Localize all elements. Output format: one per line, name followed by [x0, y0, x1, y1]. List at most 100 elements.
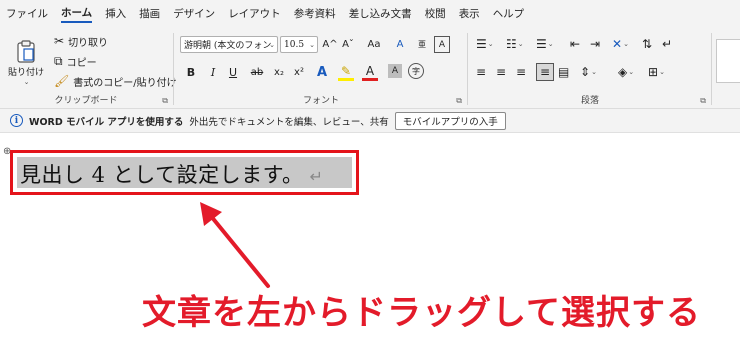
- tab-draw[interactable]: 描画: [139, 6, 160, 21]
- italic-button[interactable]: I: [204, 63, 222, 81]
- char-shading-button[interactable]: A: [388, 64, 402, 78]
- bullets-button[interactable]: ☰ ⌄: [476, 36, 494, 52]
- highlight-button[interactable]: ✎: [338, 63, 354, 81]
- scissors-icon: ✂: [54, 34, 65, 48]
- tab-view[interactable]: 表示: [459, 6, 480, 21]
- distributed-icon: ▤: [558, 65, 570, 79]
- line-spacing-button[interactable]: ⇕ ⌄: [580, 64, 597, 80]
- asian-layout-icon: ✕: [612, 37, 623, 51]
- copy-button[interactable]: ⧉ コピー: [54, 53, 97, 69]
- cut-label: 切り取り: [68, 37, 109, 49]
- strikethrough-button[interactable]: ab: [248, 63, 266, 81]
- tab-layout[interactable]: レイアウト: [228, 6, 281, 21]
- sort-button[interactable]: ⇅: [642, 36, 652, 52]
- separator: [467, 33, 468, 105]
- ribbon-tabs: ファイル ホーム 挿入 描画 デザイン レイアウト 参考資料 差し込み文書 校閲…: [0, 0, 740, 27]
- align-right-icon: ≡: [516, 65, 527, 79]
- format-painter-label: 書式のコピー/貼り付け: [73, 77, 177, 89]
- instruction-annotation: 文章を左からドラッグして選択する: [142, 293, 701, 333]
- copy-icon: ⧉: [54, 54, 63, 68]
- char-border-button[interactable]: A: [434, 36, 450, 53]
- change-case-button[interactable]: Aa: [362, 36, 386, 53]
- separator: [173, 33, 174, 105]
- superscript-button[interactable]: x²: [290, 63, 308, 81]
- underline-button[interactable]: U: [224, 63, 242, 81]
- outdent-icon: ⇤: [570, 37, 581, 51]
- shading-button[interactable]: ◈ ⌄: [618, 64, 634, 80]
- clear-format-button[interactable]: A: [392, 36, 408, 53]
- chevron-down-icon: ⌄: [23, 77, 30, 86]
- font-size-value: 10.5: [284, 39, 305, 50]
- cut-button[interactable]: ✂ 切り取り: [54, 33, 108, 49]
- align-left-icon: ≡: [476, 65, 487, 79]
- chevron-down-icon: ⌄: [269, 40, 275, 49]
- grow-font-button[interactable]: A^: [322, 36, 338, 53]
- paste-label: 貼り付け: [7, 67, 44, 78]
- clipboard-group: 貼り付け ⌄ ✂ 切り取り ⧉ コピー 🖌 書式のコピー/貼り付け クリップボー…: [0, 27, 177, 109]
- paint-bucket-icon: ◈: [618, 65, 628, 79]
- sort-icon: ⇅: [642, 37, 653, 51]
- get-mobile-app-button[interactable]: モバイルアプリの入手: [394, 111, 506, 130]
- mobile-app-infobar: i WORD モバイル アプリを使用する 外出先でドキュメントを編集、レビュー、…: [0, 109, 740, 133]
- line-spacing-icon: ⇕: [580, 65, 591, 79]
- tab-insert[interactable]: 挿入: [105, 6, 126, 21]
- dialog-launcher-icon[interactable]: ⧉: [700, 96, 706, 106]
- distributed-button[interactable]: ▤: [558, 64, 569, 80]
- infobar-title: WORD モバイル アプリを使用する: [29, 116, 184, 128]
- paragraph-mark-icon: ↵: [662, 37, 673, 51]
- tab-home[interactable]: ホーム: [61, 5, 93, 23]
- paste-button[interactable]: 貼り付け ⌄: [6, 33, 46, 91]
- shrink-font-button[interactable]: Aˇ: [340, 36, 356, 53]
- font-name-value: 游明朝 (本文のフォン: [184, 41, 272, 51]
- chevron-down-icon: ⌄: [309, 40, 315, 49]
- multilevel-list-button[interactable]: ☰ ⌄: [536, 36, 554, 52]
- show-marks-button[interactable]: ↵: [662, 36, 672, 52]
- borders-button[interactable]: ⊞ ⌄: [648, 64, 665, 80]
- phonetic-guide-button[interactable]: 亜: [414, 36, 430, 53]
- clipboard-icon: [17, 39, 35, 63]
- paragraph-group: ☰ ⌄ ☷ ⌄ ☰ ⌄ ⇤ ⇥ ✕ ⌄ ⇅ ↵ ≡ ≡ ≡ ≡ ▤ ⇕ ⌄ ◈ ⌄ ⊞ ⌄ 段…: [470, 27, 710, 109]
- dialog-launcher-icon[interactable]: ⧉: [162, 96, 168, 106]
- styles-gallery[interactable]: [716, 39, 740, 83]
- font-color-button[interactable]: A: [362, 63, 378, 81]
- multilevel-list-icon: ☰: [536, 37, 547, 51]
- infobar-message: 外出先でドキュメントを編集、レビュー、共有: [189, 116, 389, 128]
- enclose-char-button[interactable]: 字: [408, 63, 424, 79]
- align-left-button[interactable]: ≡: [476, 64, 486, 80]
- format-painter-button[interactable]: 🖌 書式のコピー/貼り付け: [54, 73, 177, 89]
- asian-layout-button[interactable]: ✕ ⌄: [612, 36, 629, 52]
- dialog-launcher-icon[interactable]: ⧉: [456, 96, 462, 106]
- font-name-select[interactable]: 游明朝 (本文のフォン ⌄: [180, 36, 278, 53]
- document-canvas[interactable]: ⊕ 見出し 4 として設定します。 ↵ 文章を左からドラッグして選択する: [0, 134, 740, 362]
- tab-mailings[interactable]: 差し込み文書: [349, 6, 412, 21]
- font-size-select[interactable]: 10.5 ⌄: [280, 36, 318, 53]
- numbering-button[interactable]: ☷ ⌄: [506, 36, 524, 52]
- bullet-list-icon: ☰: [476, 37, 487, 51]
- indent-icon: ⇥: [590, 37, 601, 51]
- text-effect-button[interactable]: A: [314, 63, 330, 81]
- info-icon: i: [10, 114, 23, 127]
- bold-button[interactable]: B: [182, 63, 200, 81]
- paragraph-group-label: 段落: [580, 96, 599, 106]
- justify-button[interactable]: ≡: [536, 63, 554, 81]
- subscript-button[interactable]: x₂: [270, 63, 288, 81]
- tab-references[interactable]: 参考資料: [294, 6, 336, 21]
- increase-indent-button[interactable]: ⇥: [590, 36, 600, 52]
- copy-label: コピー: [66, 57, 97, 69]
- borders-icon: ⊞: [648, 65, 659, 79]
- tab-help[interactable]: ヘルプ: [493, 6, 525, 21]
- tab-review[interactable]: 校閲: [425, 6, 446, 21]
- clipboard-group-label: クリップボード: [54, 96, 118, 106]
- tab-file[interactable]: ファイル: [6, 6, 48, 21]
- decrease-indent-button[interactable]: ⇤: [570, 36, 580, 52]
- font-group: 游明朝 (本文のフォン ⌄ 10.5 ⌄ A^ Aˇ Aa A 亜 A B I …: [176, 27, 466, 109]
- align-center-button[interactable]: ≡: [496, 64, 506, 80]
- font-group-label: フォント: [302, 96, 339, 106]
- align-center-icon: ≡: [496, 65, 507, 79]
- tab-design[interactable]: デザイン: [173, 6, 215, 21]
- align-right-button[interactable]: ≡: [516, 64, 526, 80]
- ribbon: 貼り付け ⌄ ✂ 切り取り ⧉ コピー 🖌 書式のコピー/貼り付け クリップボー…: [0, 27, 740, 109]
- separator: [711, 33, 712, 105]
- justify-icon: ≡: [539, 65, 551, 79]
- numbered-list-icon: ☷: [506, 37, 517, 51]
